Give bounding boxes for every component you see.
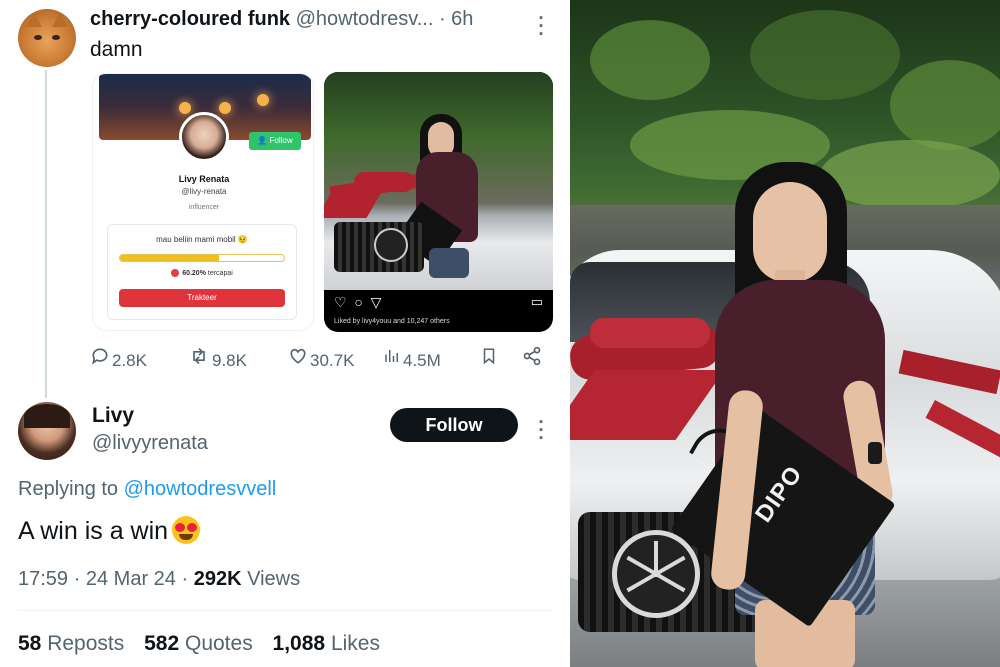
reply-text: A win is a win: [18, 516, 201, 546]
card-name: Livy Renata: [178, 174, 230, 184]
thread-line: [45, 70, 47, 398]
follow-button[interactable]: Follow: [390, 408, 518, 442]
reply-more-icon[interactable]: · · ·: [535, 413, 547, 447]
reply-button[interactable]: 2.8K: [90, 346, 147, 370]
card-follow-button[interactable]: 👤 Follow: [249, 132, 301, 150]
reply-icon: [90, 346, 110, 373]
reposts-stat[interactable]: 58 Reposts: [18, 632, 124, 655]
ig-share-icon[interactable]: ▽: [371, 294, 382, 310]
trakteer-button[interactable]: Trakteer: [119, 289, 285, 307]
replying-to: Replying to @howtodresvvell: [18, 478, 277, 500]
heart-eyes-emoji: [172, 516, 201, 544]
quotes-stat[interactable]: 582 Quotes: [144, 632, 253, 655]
reply-date[interactable]: 24 Mar 24: [86, 568, 176, 590]
author-handle[interactable]: @howtodresv...: [296, 8, 434, 30]
reply-author-name[interactable]: Livy: [92, 404, 134, 428]
card-role: influencer: [188, 204, 220, 211]
tweet-time[interactable]: 6h: [451, 8, 473, 30]
views-icon: [383, 346, 401, 373]
embedded-profile-card[interactable]: 👤 Follow Livy Renata @livy-renata influe…: [92, 73, 314, 331]
like-button[interactable]: 30.7K: [288, 346, 354, 370]
views-button[interactable]: 4.5M: [383, 346, 441, 370]
tweet-panel: cherry-coloured funk @howtodresv... · 6h…: [0, 0, 568, 667]
ig-comment-icon[interactable]: ○: [354, 294, 362, 310]
card-username: @livy-renata: [181, 187, 227, 196]
author-avatar[interactable]: [18, 9, 76, 67]
progress-text: 60.20% tercapai: [108, 269, 296, 277]
repost-icon: [188, 346, 210, 373]
views-count: 4.5M: [403, 351, 441, 370]
tweet-time-separator: ·: [438, 8, 446, 30]
goal-title: mau beliin mami mobil 😣: [156, 235, 248, 244]
progress-fill: [120, 255, 219, 261]
repost-button[interactable]: 9.8K: [188, 346, 247, 370]
tweet-text: damn: [90, 38, 143, 61]
ig-bookmark-icon[interactable]: ▭: [531, 294, 543, 310]
reply-author-avatar[interactable]: [18, 402, 76, 460]
reply-stats: 58 Reposts 582 Quotes 1,088 Likes: [18, 632, 380, 656]
embedded-instagram-photo[interactable]: ♡ ○ ▽ ▭ Liked by livy4youu and 10,247 ot…: [324, 72, 553, 332]
reply-time[interactable]: 17:59: [18, 568, 68, 590]
reply-author-handle[interactable]: @livyyrenata: [92, 432, 208, 455]
likes-stat[interactable]: 1,088 Likes: [273, 632, 380, 655]
reply-meta: 17:59 · 24 Mar 24 · 292K Views: [18, 568, 301, 590]
photo-panel: DIPO: [570, 0, 1000, 667]
like-count: 30.7K: [310, 351, 355, 370]
bookmark-icon[interactable]: [480, 346, 498, 370]
divider: [18, 610, 554, 611]
reply-views-label: Views: [247, 568, 301, 590]
repost-count: 9.8K: [212, 351, 247, 370]
progress-dot-icon: [171, 269, 180, 277]
progress-bar: [119, 254, 285, 262]
share-icon[interactable]: [522, 346, 542, 370]
replying-to-link[interactable]: @howtodresvvell: [124, 478, 277, 500]
instagram-actions: ♡ ○ ▽: [334, 294, 381, 311]
watch: [868, 442, 882, 464]
instagram-image: [324, 72, 553, 290]
ig-like-icon[interactable]: ♡: [334, 294, 347, 310]
car-emblem: [612, 530, 700, 618]
like-icon: [288, 346, 308, 373]
person-face: [753, 182, 827, 282]
more-icon[interactable]: · · ·: [535, 9, 547, 43]
goal-box: mau beliin mami mobil 😣 60.20% tercapai …: [107, 224, 297, 320]
reply-count: 2.8K: [112, 351, 147, 370]
profile-avatar: [179, 112, 229, 162]
instagram-likes: Liked by livy4youu and 10,247 others: [334, 318, 450, 325]
tweet-actions: 2.8K 9.8K 30.7K 4.5M: [90, 346, 550, 370]
tweet-header: cherry-coloured funk @howtodresv... · 6h: [90, 8, 550, 31]
reply-views-count: 292K: [193, 568, 242, 590]
author-name[interactable]: cherry-coloured funk: [90, 8, 290, 30]
